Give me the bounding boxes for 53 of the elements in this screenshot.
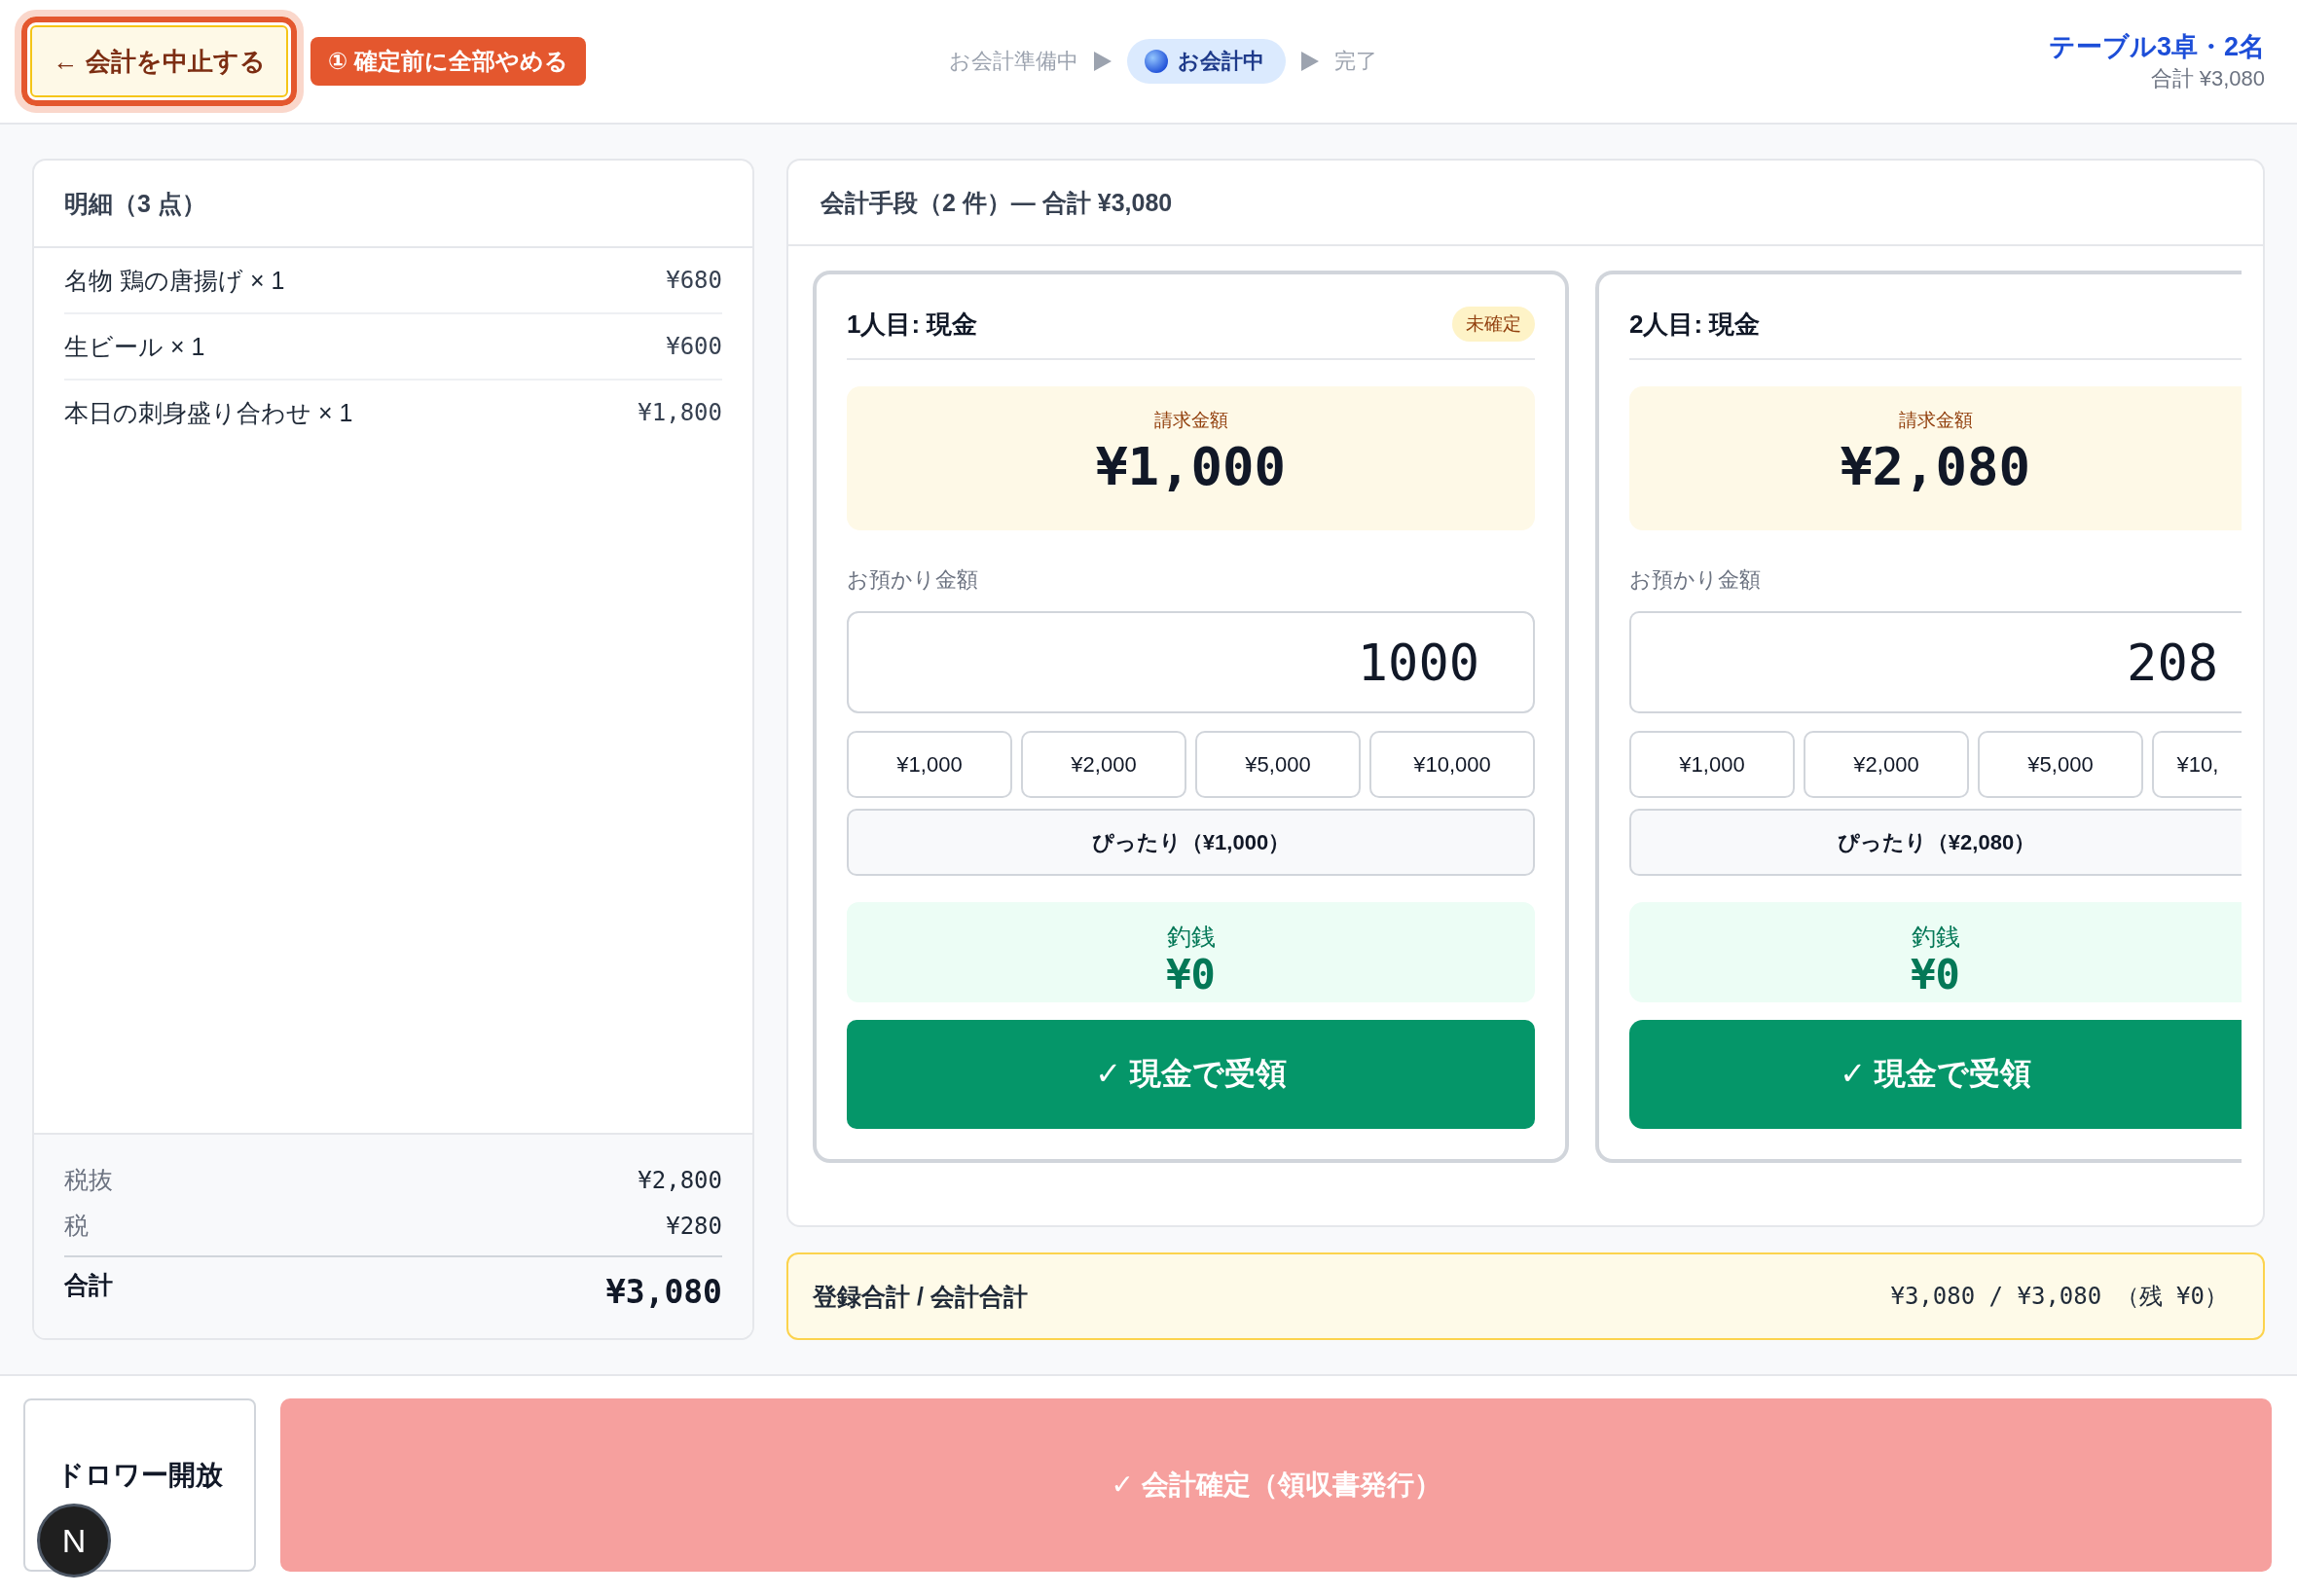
- quick-amount-button[interactable]: ¥10,: [2152, 731, 2242, 798]
- summary-value: ¥3,080: [605, 1273, 722, 1311]
- change-label: 釣銭: [1911, 922, 1960, 952]
- summary-label: 税: [64, 1211, 89, 1241]
- item-name: 生ビール × 1: [64, 331, 205, 362]
- header-total: 合計 ¥3,080: [2150, 65, 2265, 92]
- payment-methods-title: 会計手段（2 件）— 合計 ¥3,080: [820, 187, 1173, 218]
- table-label: テーブル3卓・2名: [2048, 31, 2265, 63]
- balance-label: 登録合計 / 会計合計: [813, 1281, 1028, 1312]
- payment-title: 1人目: 現金: [847, 308, 978, 341]
- receive-cash-button[interactable]: ✓ 現金で受領: [847, 1020, 1535, 1129]
- item-price: ¥680: [666, 267, 722, 294]
- step-label: お会計中: [1178, 48, 1264, 75]
- triangle-icon: [1301, 52, 1319, 71]
- step-dot-icon: [1145, 50, 1168, 73]
- item-name: 本日の刺身盛り合わせ × 1: [64, 397, 353, 428]
- summary-value: ¥280: [666, 1212, 722, 1240]
- balance-value: ¥3,080 / ¥3,080 （残 ¥0）: [1890, 1282, 2228, 1312]
- exact-amount-button[interactable]: ぴったり（¥1,000）: [847, 809, 1535, 876]
- change-label: 釣銭: [1166, 922, 1216, 952]
- amount-due-label: 請求金額: [1898, 409, 1973, 432]
- quick-amount-button[interactable]: ¥1,000: [1629, 731, 1795, 798]
- tendered-input[interactable]: 1000: [847, 611, 1535, 713]
- amount-due-label: 請求金額: [1153, 409, 1228, 432]
- exact-amount-button[interactable]: ぴったり（¥2,080）: [1629, 809, 2242, 876]
- change-value: ¥0: [1911, 953, 1960, 998]
- quick-amount-button[interactable]: ¥5,000: [1978, 731, 2143, 798]
- amount-due-value: ¥1,000: [1095, 435, 1287, 499]
- triangle-icon: [1094, 52, 1112, 71]
- item-name: 名物 鶏の唐揚げ × 1: [64, 265, 285, 296]
- tendered-input[interactable]: 208: [1629, 611, 2242, 713]
- quick-amount-button[interactable]: ¥2,000: [1021, 731, 1186, 798]
- quick-amount-button[interactable]: ¥1,000: [847, 731, 1012, 798]
- summary-label: 税抜: [64, 1165, 113, 1195]
- quick-amount-button[interactable]: ¥5,000: [1195, 731, 1361, 798]
- change-value: ¥0: [1166, 953, 1216, 998]
- quick-amount-button[interactable]: ¥10,000: [1369, 731, 1535, 798]
- step-label: お会計準備中: [949, 48, 1078, 75]
- order-title: 明細（3 点）: [64, 188, 206, 219]
- item-price: ¥1,800: [638, 399, 722, 426]
- status-badge: 未確定: [1452, 307, 1535, 342]
- item-price: ¥600: [666, 333, 722, 360]
- hint-badge: ① 確定前に全部やめる: [310, 37, 586, 86]
- step-label: 完了: [1334, 48, 1377, 75]
- tendered-label: お預かり金額: [1629, 566, 1762, 594]
- amount-due-value: ¥2,080: [1840, 435, 2031, 499]
- summary-label: 合計: [64, 1270, 113, 1300]
- tendered-label: お預かり金額: [847, 566, 979, 594]
- quick-amount-button[interactable]: ¥2,000: [1804, 731, 1969, 798]
- payment-title: 2人目: 現金: [1629, 308, 1761, 341]
- cancel-checkout-button[interactable]: ← 会計を中止する: [15, 10, 304, 113]
- summary-value: ¥2,800: [638, 1166, 722, 1194]
- receive-cash-button[interactable]: ✓ 現金で受領: [1629, 1020, 2242, 1129]
